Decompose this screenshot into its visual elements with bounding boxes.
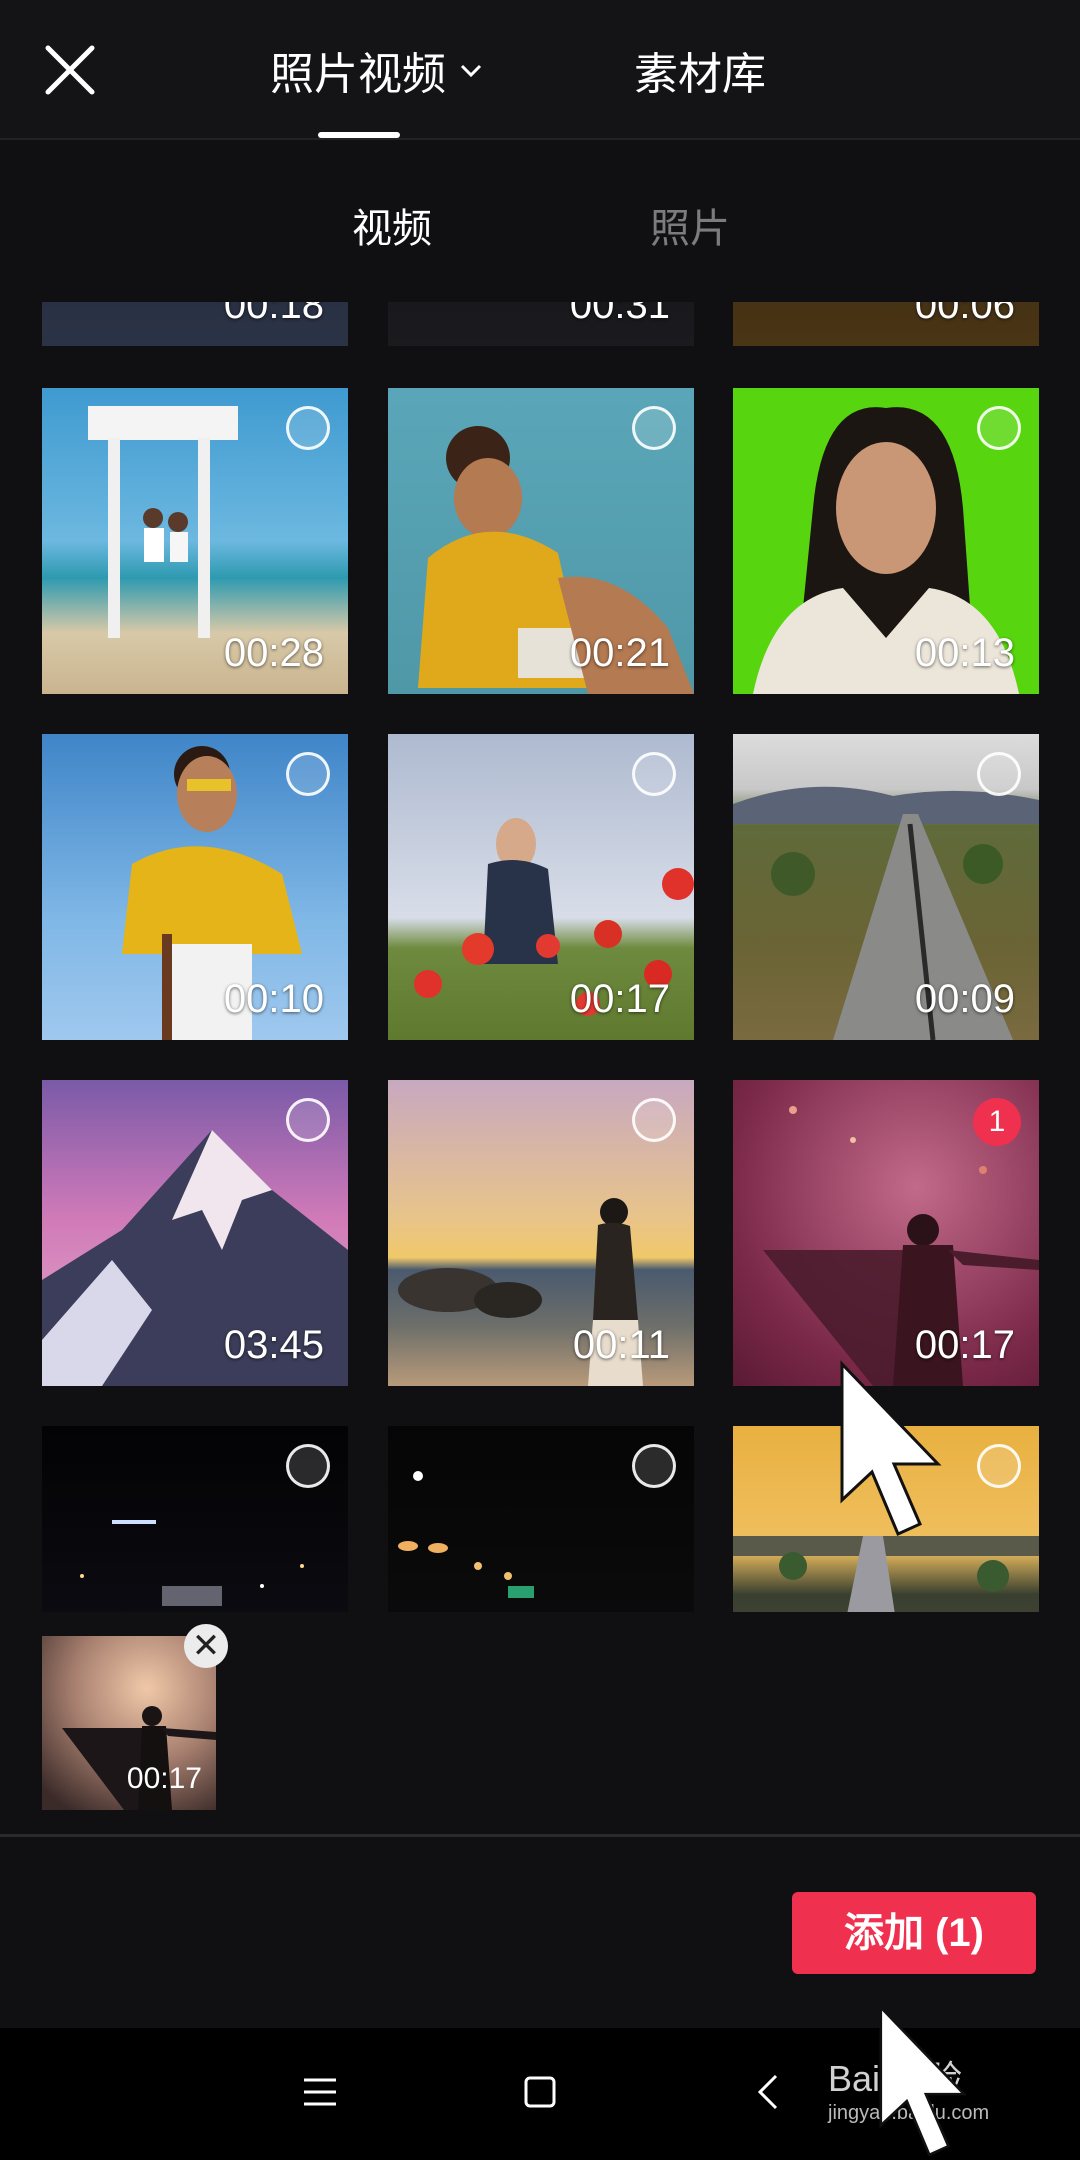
chevron-down-icon[interactable] — [456, 55, 486, 85]
duration-label: 00:10 — [223, 977, 324, 1021]
back-icon[interactable] — [746, 2068, 794, 2116]
select-circle[interactable] — [977, 406, 1021, 450]
media-item[interactable] — [42, 1426, 348, 1612]
selection-order-badge[interactable]: 1 — [973, 1098, 1021, 1146]
pointer-cursor-icon — [840, 1360, 942, 1537]
tab-photos-videos[interactable]: 照片视频 — [270, 38, 486, 102]
media-item[interactable]: 00:11 — [388, 1080, 694, 1386]
select-circle[interactable] — [977, 752, 1021, 796]
duration-label: 00:18 — [223, 302, 324, 327]
duration-label: 00:31 — [569, 302, 670, 327]
tab-material-library[interactable]: 素材库 — [634, 38, 766, 102]
media-item[interactable]: 00:28 — [42, 388, 348, 694]
select-circle[interactable] — [632, 1098, 676, 1142]
duration-label: 03:45 — [223, 1323, 324, 1367]
divider — [0, 1834, 1080, 1837]
media-item[interactable]: 00:21 — [388, 388, 694, 694]
subtab-video[interactable]: 视频 — [352, 196, 432, 254]
media-item[interactable]: 00:10 — [42, 734, 348, 1040]
duration-label: 00:17 — [569, 977, 670, 1021]
media-item[interactable] — [388, 1426, 694, 1612]
top-bar: 照片视频 素材库 — [0, 0, 1080, 140]
tab-photos-videos-label: 照片视频 — [270, 50, 446, 99]
duration-label: 00:11 — [572, 1323, 670, 1367]
media-item[interactable]: 00:13 — [733, 388, 1039, 694]
media-item[interactable]: 00:09 — [733, 734, 1039, 1040]
select-circle[interactable] — [977, 1444, 1021, 1488]
active-tab-indicator — [318, 132, 400, 138]
media-item[interactable]: 00:17 — [388, 734, 694, 1040]
subtab-photo[interactable]: 照片 — [650, 196, 730, 254]
home-icon[interactable] — [516, 2068, 564, 2116]
duration-label: 00:13 — [914, 631, 1015, 675]
select-circle[interactable] — [632, 752, 676, 796]
media-item[interactable]: 1 00:17 — [733, 1080, 1039, 1386]
close-icon[interactable] — [40, 40, 100, 100]
swing-illustration — [88, 406, 238, 638]
media-item[interactable]: 00:31 — [388, 302, 694, 346]
select-circle[interactable] — [286, 406, 330, 450]
selected-media-thumbnail[interactable]: 00:17 — [42, 1636, 216, 1810]
media-item[interactable]: 03:45 — [42, 1080, 348, 1386]
duration-label: 00:09 — [914, 977, 1015, 1021]
select-circle[interactable] — [632, 1444, 676, 1488]
pointer-cursor-icon — [879, 2004, 968, 2157]
media-item[interactable]: 00:06 — [733, 302, 1039, 346]
select-circle[interactable] — [286, 752, 330, 796]
select-circle[interactable] — [286, 1098, 330, 1142]
select-circle[interactable] — [286, 1444, 330, 1488]
remove-icon[interactable]: ✕ — [184, 1624, 228, 1668]
menu-icon[interactable] — [296, 2068, 344, 2116]
media-type-tabs: 视频 照片 — [0, 196, 1080, 256]
media-item[interactable]: 00:18 — [42, 302, 348, 346]
duration-label: 00:06 — [914, 302, 1015, 327]
duration-label: 00:21 — [569, 631, 670, 675]
duration-label: 00:17 — [126, 1762, 202, 1795]
select-circle[interactable] — [632, 406, 676, 450]
add-button[interactable]: 添加 (1) — [792, 1892, 1036, 1974]
duration-label: 00:28 — [223, 631, 324, 675]
